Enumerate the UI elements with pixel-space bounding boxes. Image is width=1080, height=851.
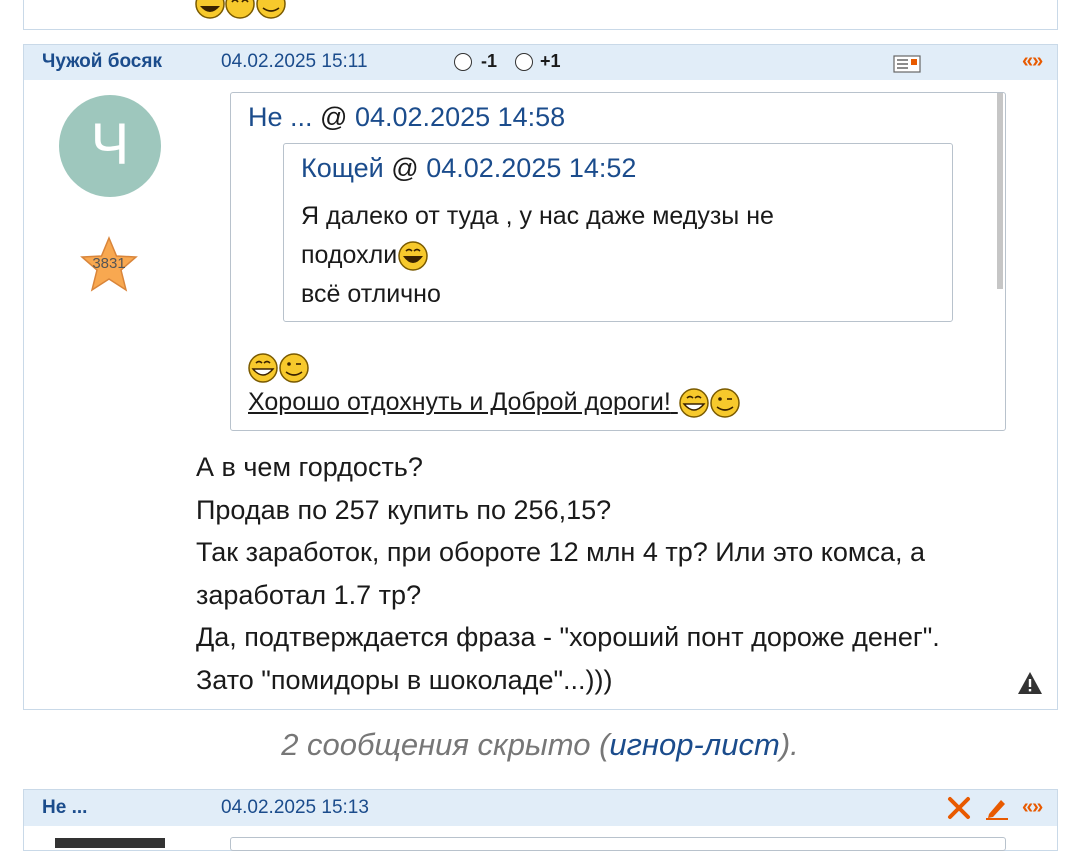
nested-quote-line-3: всё отлично: [301, 280, 441, 308]
next-post-header: [24, 790, 1057, 826]
next-post-quote-nav-button[interactable]: «»: [1022, 796, 1043, 819]
quote-nav-button[interactable]: «»: [1022, 50, 1043, 73]
previous-post-frame: [23, 0, 1058, 30]
avatar[interactable]: Ч: [59, 95, 161, 197]
body-line-5: Да, подтверждается фраза - "хороший понт…: [196, 622, 940, 652]
vote-minus-radio[interactable]: [454, 53, 472, 71]
hidden-messages-note: 2 сообщения скрыто (игнор-лист).: [0, 727, 1080, 763]
report-warning-icon[interactable]: [1017, 671, 1043, 700]
next-post-author-link[interactable]: Не ...: [42, 797, 87, 819]
post-author-link[interactable]: Чужой босяк: [42, 51, 162, 73]
nested-quote-author-link[interactable]: Кощей: [301, 153, 384, 183]
hidden-note-prefix: 2 сообщения скрыто (: [281, 727, 610, 762]
nested-quote-header: Кощей @ 04.02.2025 14:52: [301, 153, 636, 184]
hidden-note-suffix: ).: [779, 727, 799, 762]
quote-at: @: [320, 102, 348, 132]
next-post-avatar[interactable]: [55, 838, 165, 848]
quote-author-link[interactable]: Не ...: [248, 102, 313, 132]
nested-quote-line-2: подохли: [301, 236, 429, 275]
ignore-list-link[interactable]: игнор-лист: [609, 727, 779, 762]
nested-quote-line-1: Я далеко от туда , у нас даже медузы не: [301, 202, 774, 230]
body-line-2: Продав по 257 купить по 256,15?: [196, 494, 612, 525]
post-body: А в чем гордость? Продав по 257 купить п…: [196, 446, 1056, 701]
quote-header: Не ... @ 04.02.2025 14:58: [248, 102, 565, 133]
quote-scrollbar[interactable]: [997, 93, 1003, 289]
private-message-icon[interactable]: [893, 55, 921, 78]
nested-quote-at: @: [391, 153, 419, 183]
grin-wink-smiley-icons-2: [679, 388, 740, 419]
next-post-datetime: 04.02.2025 15:13: [221, 797, 369, 818]
nested-quote-datetime-link[interactable]: 04.02.2025 14:52: [426, 153, 636, 183]
vote-plus-radio[interactable]: [515, 53, 533, 71]
laughing-smiley-icon: [398, 241, 428, 272]
grin-wink-smiley-icons: [248, 353, 309, 383]
post-datetime: 04.02.2025 15:11: [221, 51, 368, 72]
vote-plus-label: +1: [540, 51, 561, 71]
quote-tail-line: Хорошо отдохнуть и Доброй дороги!: [248, 383, 742, 422]
quote-datetime-link[interactable]: 04.02.2025 14:58: [355, 102, 565, 132]
smiley-icons: [195, 0, 286, 19]
next-post-quote-block: [230, 837, 1006, 851]
user-rating: 3831: [92, 255, 126, 272]
nested-quote-line-2-text: подохли: [301, 241, 398, 269]
body-line-3: Так заработок, при обороте 12 млн 4 тр? …: [196, 537, 925, 567]
previous-post-smileys: [195, 0, 291, 22]
body-line-1: А в чем гордость?: [196, 452, 423, 482]
body-line-4: заработал 1.7 тр?: [196, 579, 422, 610]
edit-pencil-icon[interactable]: [984, 795, 1010, 826]
delete-icon[interactable]: [947, 796, 971, 825]
vote-minus-label: -1: [481, 51, 498, 71]
body-line-6: Зато "помидоры в шоколаде"...))): [196, 664, 613, 695]
quote-tail-link[interactable]: Хорошо отдохнуть и Доброй дороги!: [248, 388, 671, 416]
